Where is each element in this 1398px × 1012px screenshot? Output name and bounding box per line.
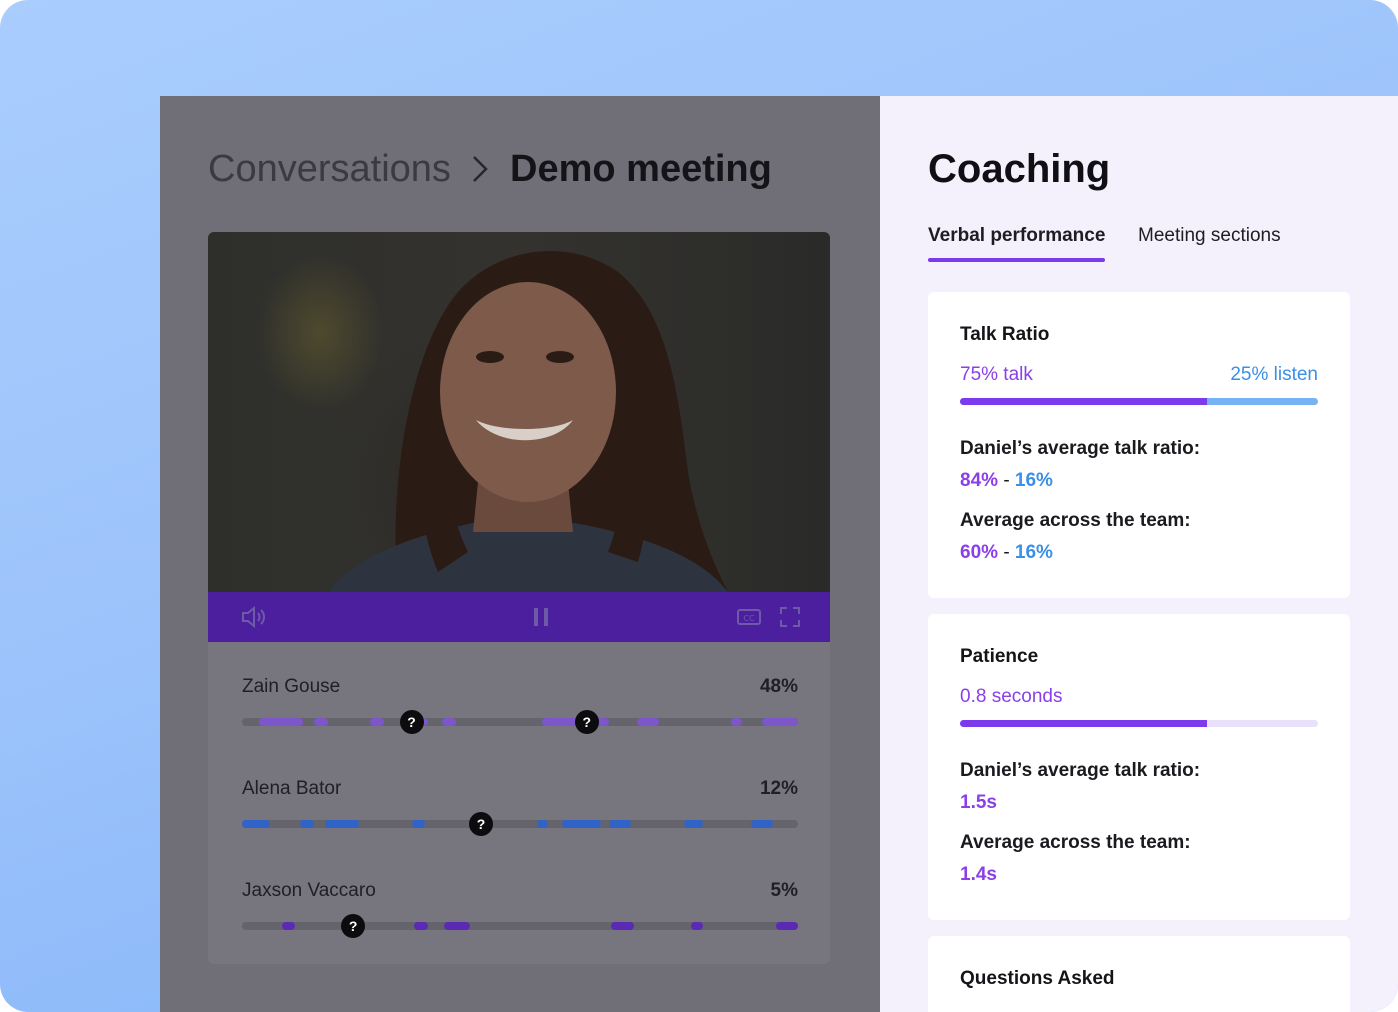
conversation-panel: Conversations Demo meeting CC Zain Gouse… [160,96,880,1012]
team-average-label: Average across the team: [960,510,1191,531]
svg-text:CC: CC [743,614,755,623]
speech-segment[interactable] [442,718,457,726]
card-title: Questions Asked [960,968,1115,989]
speaker-track[interactable]: ?? [242,710,798,734]
team-average-value: 60% - 16% [960,542,1053,563]
breadcrumb: Conversations Demo meeting [208,146,772,192]
speaker-name: Zain Gouse [242,676,341,697]
personal-average-label: Daniel’s average talk ratio: [960,438,1201,459]
personal-average-value: 84% - 16% [960,470,1053,491]
question-marker[interactable]: ? [469,812,494,836]
captions-icon[interactable]: CC [736,605,762,634]
speech-segment[interactable] [282,922,295,930]
talk-label: 75% talk [960,364,1033,385]
player-controls: CC [208,592,830,642]
question-marker[interactable]: ? [399,710,424,734]
speech-segment[interactable] [561,820,601,828]
speech-segment[interactable] [775,922,798,930]
speaker-percentage: 5% [770,880,798,901]
speech-segment[interactable] [314,718,329,726]
pause-icon[interactable] [531,605,551,634]
video-player[interactable] [208,232,830,592]
speech-segment[interactable] [608,820,632,828]
speaker-timeline: Zain Gouse 48% ?? Alena Bator 12% ? Jaxs… [208,642,830,964]
speaker-track[interactable]: ? [242,914,798,938]
personal-average-label: Daniel’s average talk ratio: [960,760,1201,781]
app-frame: Conversations Demo meeting CC Zain Gouse… [0,0,1398,1012]
card-title: Patience [960,646,1039,667]
speech-segment[interactable] [761,718,798,726]
speech-segment[interactable] [258,718,304,726]
volume-icon[interactable] [240,605,266,634]
speech-segment[interactable] [536,820,548,828]
tab-verbal-performance[interactable]: Verbal performance [928,224,1106,262]
speaker-percentage: 48% [759,676,798,697]
speech-segment[interactable] [411,820,426,828]
patience-card: Patience 0.8 seconds Daniel’s average ta… [928,614,1350,920]
patience-value-label: 0.8 seconds [960,686,1063,707]
team-average-label: Average across the team: [960,832,1191,853]
questions-asked-card: Questions Asked [928,936,1350,1012]
speech-segment[interactable] [731,718,743,726]
team-average-value: 1.4s [960,864,997,885]
tab-meeting-sections[interactable]: Meeting sections [1138,224,1281,248]
speech-segment[interactable] [636,718,659,726]
talk-ratio-card: Talk Ratio 75% talk 25% listen Daniel’s … [928,292,1350,598]
speech-segment[interactable] [610,922,634,930]
speech-segment[interactable] [242,820,270,828]
speech-segment[interactable] [325,820,359,828]
speaker-track[interactable]: ? [242,812,798,836]
participant-video-frame [328,250,728,592]
patience-bar [960,720,1318,727]
question-marker[interactable]: ? [574,710,599,734]
patience-fill [960,720,1208,727]
coaching-title: Coaching [928,147,1111,191]
breadcrumb-root[interactable]: Conversations [208,148,451,190]
speech-segment[interactable] [414,922,429,930]
question-marker[interactable]: ? [341,914,366,938]
coaching-panel: Coaching Verbal performance Meeting sect… [880,96,1398,1012]
speech-segment[interactable] [300,820,315,828]
card-title: Talk Ratio [960,324,1050,345]
speech-segment[interactable] [443,922,470,930]
page-title: Demo meeting [510,148,772,190]
fullscreen-icon[interactable] [778,605,802,634]
talk-ratio-bar [960,398,1318,405]
listen-label: 25% listen [1230,364,1318,385]
speech-segment[interactable] [750,820,773,828]
talk-ratio-fill [960,398,1208,405]
speech-segment[interactable] [690,922,704,930]
speaker-name: Jaxson Vaccaro [242,880,376,901]
speech-segment[interactable] [369,718,384,726]
speaker-percentage: 12% [759,778,798,799]
chevron-right-icon [471,146,489,192]
personal-average-value: 1.5s [960,792,997,813]
speech-segment[interactable] [684,820,704,828]
speaker-name: Alena Bator [242,778,342,799]
